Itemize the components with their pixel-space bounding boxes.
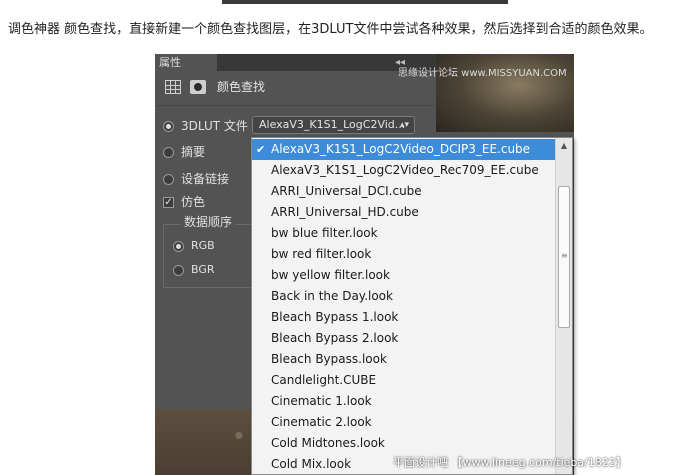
radio-3dlut[interactable] [163,120,174,132]
label-bgr: BGR [191,263,215,276]
label-abstract: 摘要 [181,145,206,159]
option-3dlut[interactable]: 3DLUT 文件 [163,118,248,134]
dropdown-item-label: Cinematic 2.look [271,415,372,429]
radio-bgr[interactable] [173,264,184,276]
dropdown-item[interactable]: bw red filter.look [252,244,555,265]
dropdown-item-label: Bleach Bypass 2.look [271,331,399,345]
label-3dlut: 3DLUT 文件 [181,119,248,133]
select-arrows-icon: ▴▾ [399,120,409,130]
radio-rgb[interactable] [173,240,184,252]
caption-text: 调色神器 颜色查找，直接新建一个颜色查找图层，在3DLUT文件中尝试各种效果，然… [8,22,653,37]
tab-properties[interactable]: 属性 [155,54,217,71]
label-dither: 仿色 [181,195,206,209]
top-bar-decoration [222,0,508,4]
watermark-top: 思缘设计论坛 www.MISSYUAN.COM [398,68,567,79]
dropdown-item-label: Bleach Bypass.look [271,352,387,366]
dropdown-item-label: Cold Midtones.look [271,436,385,450]
dropdown-item[interactable]: bw blue filter.look [252,223,555,244]
dropdown-item-label: AlexaV3_K1S1_LogC2Video_Rec709_EE.cube [271,163,539,177]
option-dither[interactable]: ✓ 仿色 [163,194,205,210]
dropdown-item-label: Cinematic 1.look [271,394,372,408]
dropdown-item[interactable]: Bleach Bypass 2.look [252,328,555,349]
panel-header: 属性 ◂◂ [155,54,436,71]
checkmark-icon: ✔ [256,143,266,156]
dropdown-item[interactable]: AlexaV3_K1S1_LogC2Video_Rec709_EE.cube [252,160,555,181]
layer-mask-icon[interactable] [190,80,206,94]
option-bgr[interactable]: BGR [173,262,215,278]
adjustment-layer-icon [165,80,181,94]
checkbox-dither[interactable]: ✓ [163,196,174,208]
dropdown-item[interactable]: Back in the Day.look [252,286,555,307]
dropdown-item-label: bw blue filter.look [271,226,378,240]
option-rgb[interactable]: RGB [173,238,215,254]
dropdown-item-label: Back in the Day.look [271,289,393,303]
dropdown-item-label: AlexaV3_K1S1_LogC2Video_DCIP3_EE.cube [271,142,531,156]
label-rgb: RGB [191,239,215,252]
radio-abstract[interactable] [163,146,174,158]
label-device-link: 设备链接 [181,172,230,186]
lut-select-value: AlexaV3_K1S1_LogC2Vid... [259,118,406,131]
panel-divider [155,105,436,106]
data-order-label: 数据顺序 [181,214,236,230]
dropdown-item[interactable]: Cinematic 1.look [252,391,555,412]
dropdown-item[interactable]: Candlelight.CUBE [252,370,555,391]
dropdown-item-label: ARRI_Universal_DCI.cube [271,184,422,198]
dropdown-item[interactable]: Bleach Bypass.look [252,349,555,370]
dropdown-item[interactable]: ARRI_Universal_HD.cube [252,202,555,223]
dropdown-item-label: bw red filter.look [271,247,372,261]
grip-icon: ≡ [561,251,568,260]
dropdown-item[interactable]: Cinematic 2.look [252,412,555,433]
dropdown-item-label: Bleach Bypass 1.look [271,310,399,324]
dropdown-item-label: Cold Mix.look [271,457,352,471]
dropdown-item[interactable]: Cold Midtones.look [252,433,555,454]
scroll-up-arrow-icon[interactable]: ▲ [556,140,572,152]
dropdown-item-label: ARRI_Universal_HD.cube [271,205,419,219]
panel-title: 颜色查找 [217,80,266,94]
option-device-link[interactable]: 设备链接 [163,171,229,187]
dropdown-item[interactable]: ✔ AlexaV3_K1S1_LogC2Video_DCIP3_EE.cube [252,139,555,160]
dropdown-item-label: Candlelight.CUBE [271,373,377,387]
dropdown-scrollbar[interactable]: ▲ ≡ [555,138,572,474]
dropdown-item[interactable]: Bleach Bypass 1.look [252,307,555,328]
dropdown-item[interactable]: ARRI_Universal_DCI.cube [252,181,555,202]
option-abstract[interactable]: 摘要 [163,144,205,160]
lut-file-select[interactable]: AlexaV3_K1S1_LogC2Vid... ▴▾ [252,116,415,134]
radio-device-link[interactable] [163,173,174,185]
watermark-bottom: 平面设计吧 【www.lineeg.com/tieba/1822】 [393,456,627,469]
dropdown-item-label: bw yellow filter.look [271,268,390,282]
lut-dropdown-list[interactable]: ✔ AlexaV3_K1S1_LogC2Video_DCIP3_EE.cube Al… [251,137,573,475]
dropdown-item[interactable]: bw yellow filter.look [252,265,555,286]
scrollbar-thumb[interactable]: ≡ [558,186,570,328]
